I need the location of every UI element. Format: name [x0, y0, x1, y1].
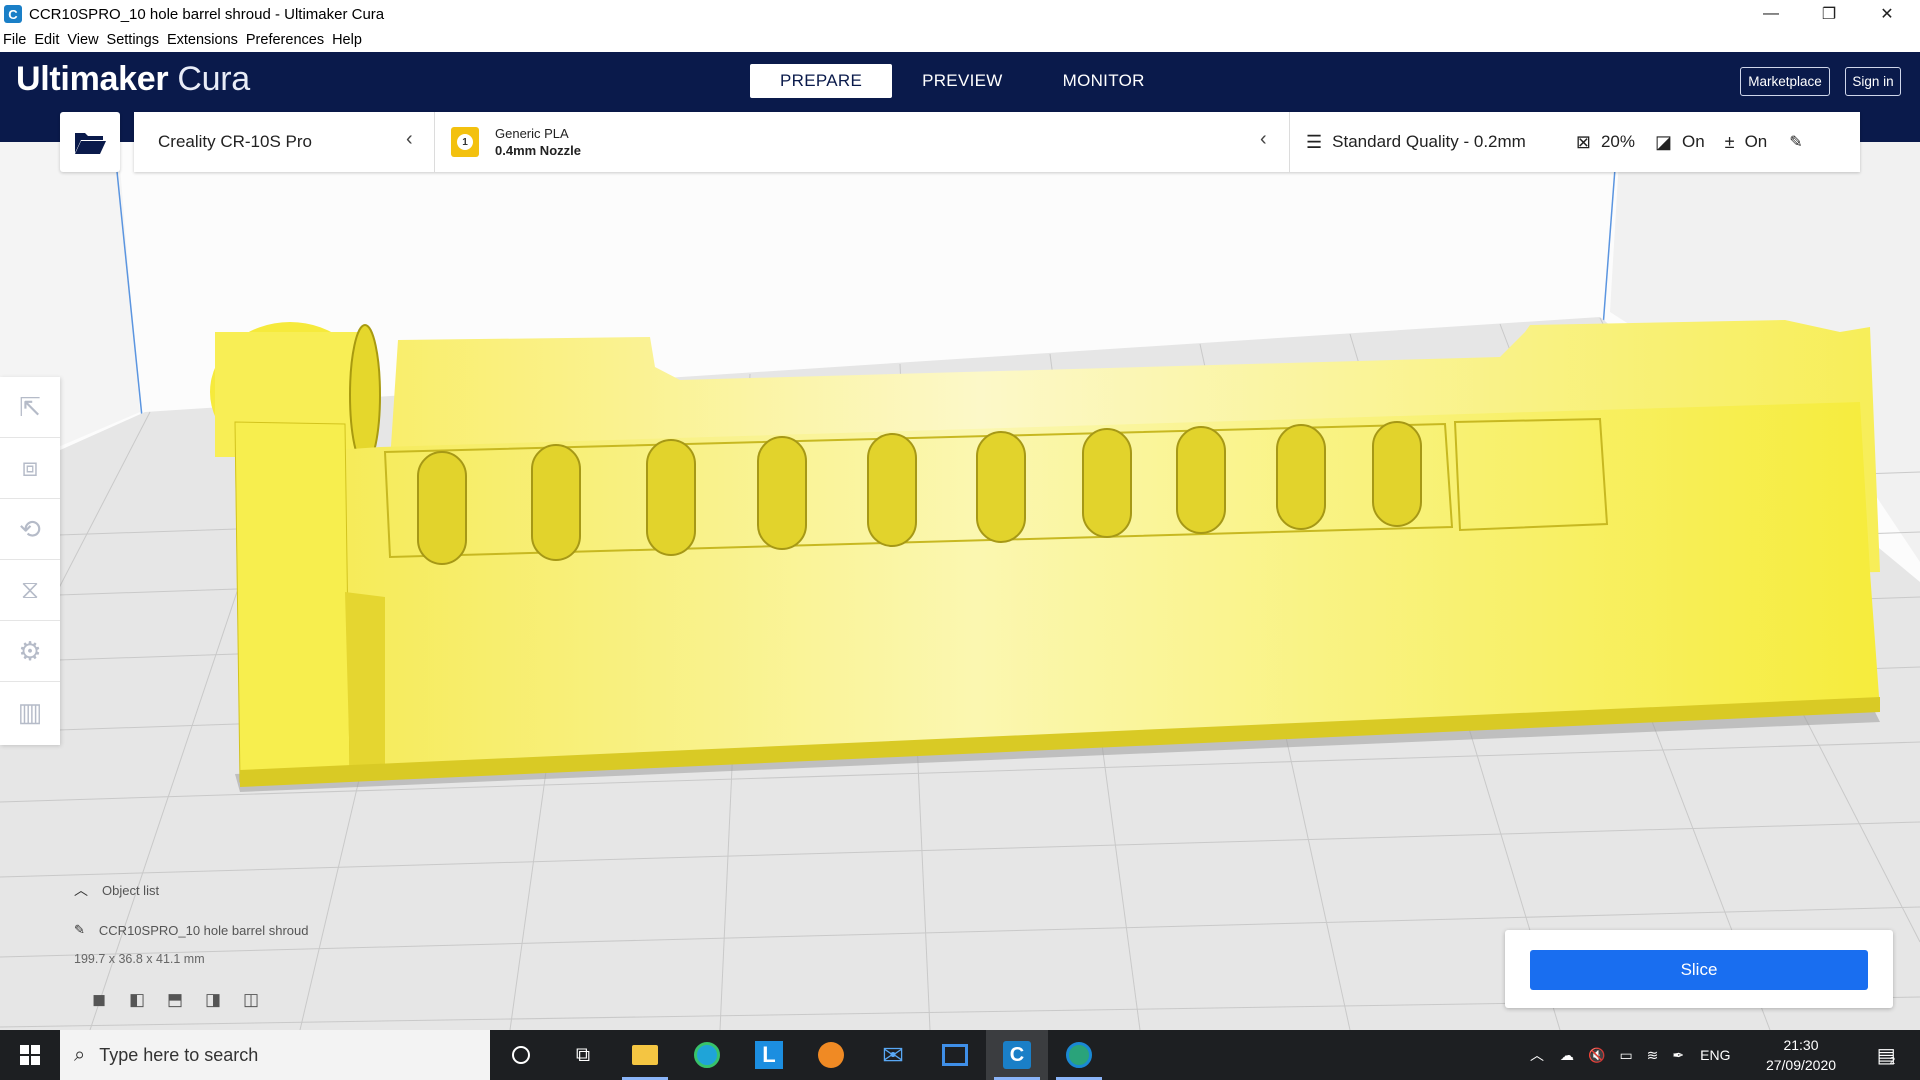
infill-icon: ⊠ [1575, 131, 1591, 152]
infill-value: 20% [1600, 132, 1635, 151]
object-list-label: Object list [102, 882, 160, 898]
brand-name-bold: Ultimaker [16, 60, 169, 98]
windows-icon [20, 1045, 40, 1065]
task-view-icon[interactable]: ⧉ [552, 1030, 614, 1080]
menu-file[interactable]: File [3, 32, 26, 48]
close-window-button[interactable]: ✕ [1864, 0, 1910, 28]
edge-icon[interactable] [676, 1030, 738, 1080]
top-view-icon[interactable]: ⬒ [156, 989, 194, 1011]
brand-name-light: Cura [177, 60, 250, 98]
open-file-button[interactable] [60, 112, 120, 172]
brand-logo: Ultimaker Cura [16, 60, 250, 99]
extruder-number: 1 [457, 134, 473, 150]
material-name: Generic PLA [495, 126, 569, 141]
extruder-selector[interactable]: 1 Generic PLA 0.4mm Nozzle ‹ [435, 112, 1290, 172]
mail-icon[interactable]: ✉ [862, 1030, 924, 1080]
menu-bar: File Edit View Settings Extensions Prefe… [0, 28, 1920, 52]
search-icon: ⌕ [74, 1043, 86, 1066]
object-name: CCR10SPRO_10 hole barrel shroud [98, 922, 309, 938]
clock[interactable]: 21:30 27/09/2020 [1765, 1030, 1837, 1080]
tool-panel: ⇱ ⧈ ⟲ ⧖ ⚙ ▥ [0, 377, 60, 745]
3d-view-icon[interactable]: ◼ [80, 989, 118, 1011]
window-app-icon[interactable] [924, 1030, 986, 1080]
edge-profile-icon[interactable] [1048, 1030, 1110, 1080]
printer-selector[interactable]: Creality CR-10S Pro ‹ [134, 112, 435, 172]
menu-preferences[interactable]: Preferences [246, 32, 324, 48]
restore-button[interactable]: ❐ [1806, 0, 1852, 28]
left-view-icon[interactable]: ◨ [194, 989, 232, 1011]
nozzle-size: 0.4mm Nozzle [495, 143, 581, 158]
adhesion-icon: ± [1724, 131, 1735, 152]
minimize-button[interactable]: — [1748, 0, 1794, 28]
support-value: On [1681, 132, 1705, 151]
marketplace-button[interactable]: Marketplace [1740, 67, 1830, 96]
front-view-icon[interactable]: ◧ [118, 989, 156, 1011]
scale-tool-icon[interactable]: ⧈ [0, 438, 60, 499]
cura-app-icon: C [4, 5, 22, 23]
quality-profile: Standard Quality - 0.2mm [1332, 132, 1526, 151]
app-l-icon[interactable]: L [738, 1030, 800, 1080]
printer-name: Creality CR-10S Pro [158, 132, 312, 151]
menu-settings[interactable]: Settings [107, 32, 159, 48]
slice-panel: Slice [1505, 930, 1893, 1008]
window-title: CCR10SPRO_10 hole barrel shroud - Ultima… [29, 5, 385, 23]
chevron-left-icon: ‹ [406, 128, 413, 150]
pencil-icon: ✎ [74, 922, 85, 937]
rotate-tool-icon[interactable]: ⟲ [0, 499, 60, 560]
extruder-badge: 1 [451, 127, 479, 157]
clock-date: 27/09/2020 [1765, 1057, 1837, 1073]
clock-time: 21:30 [1783, 1037, 1819, 1053]
cortana-icon[interactable] [490, 1030, 552, 1080]
orange-app-icon[interactable] [800, 1030, 862, 1080]
wifi-icon[interactable]: ≋ [1647, 1047, 1659, 1064]
window-titlebar: C CCR10SPRO_10 hole barrel shroud - Ulti… [0, 0, 1920, 28]
support-icon: ◪ [1654, 131, 1672, 152]
tab-monitor[interactable]: MONITOR [1033, 64, 1175, 98]
slice-button[interactable]: Slice [1530, 950, 1868, 990]
file-explorer-icon[interactable] [614, 1030, 676, 1080]
taskbar-search[interactable]: ⌕ Type here to search [60, 1030, 490, 1080]
object-row[interactable]: ✎ CCR10SPRO_10 hole barrel shroud [74, 922, 394, 938]
stage-tabs: PREPARE PREVIEW MONITOR [750, 64, 1175, 98]
camera-view-buttons: ◼ ◧ ⬒ ◨ ◫ [80, 989, 270, 1011]
notification-count: 2 [1889, 1055, 1896, 1067]
menu-edit[interactable]: Edit [34, 32, 59, 48]
start-button[interactable] [0, 1030, 60, 1080]
menu-view[interactable]: View [67, 32, 98, 48]
chevron-left-icon: ‹ [1260, 128, 1267, 150]
object-dimensions: 199.7 x 36.8 x 41.1 mm [74, 952, 205, 966]
right-view-icon[interactable]: ◫ [232, 989, 270, 1011]
sign-in-button[interactable]: Sign in [1845, 67, 1901, 96]
adhesion-value: On [1744, 132, 1768, 151]
support-blocker-icon[interactable]: ▥ [0, 682, 60, 743]
onedrive-icon[interactable]: ☁ [1560, 1047, 1574, 1064]
pencil-icon[interactable]: ✎ [1789, 132, 1802, 152]
print-setup-bar: Creality CR-10S Pro ‹ 1 Generic PLA 0.4m… [134, 112, 1860, 172]
chevron-up-icon: ︿ [74, 882, 88, 898]
cura-taskbar-icon[interactable]: C [986, 1030, 1048, 1080]
volume-muted-icon[interactable]: 🔇 [1588, 1047, 1605, 1064]
quality-bars-icon: ☰ [1306, 131, 1323, 152]
tab-preview[interactable]: PREVIEW [892, 64, 1033, 98]
menu-help[interactable]: Help [332, 32, 362, 48]
folder-icon [75, 133, 106, 154]
mirror-tool-icon[interactable]: ⧖ [0, 560, 60, 621]
menu-extensions[interactable]: Extensions [167, 32, 238, 48]
object-list: ︿ Object list ✎ CCR10SPRO_10 hole barrel… [74, 880, 394, 966]
tab-prepare[interactable]: PREPARE [750, 64, 893, 98]
per-model-settings-icon[interactable]: ⚙ [0, 621, 60, 682]
language-indicator[interactable]: ENG [1700, 1047, 1730, 1063]
notification-center[interactable]: ▤ 2 [1866, 1030, 1906, 1080]
object-list-toggle[interactable]: ︿ Object list [74, 880, 394, 900]
print-settings-selector[interactable]: ☰ Standard Quality - 0.2mm ⊠ 20% ◪ On ± … [1290, 112, 1860, 172]
show-hidden-icons-icon[interactable]: ︿ [1530, 1045, 1544, 1065]
battery-icon[interactable]: ▭ [1619, 1047, 1632, 1064]
search-placeholder: Type here to search [99, 1044, 259, 1065]
move-tool-icon[interactable]: ⇱ [0, 377, 60, 438]
system-tray: ︿ ☁ 🔇 ▭ ≋ ✒ ENG [1530, 1030, 1730, 1080]
pen-icon[interactable]: ✒ [1672, 1047, 1684, 1064]
